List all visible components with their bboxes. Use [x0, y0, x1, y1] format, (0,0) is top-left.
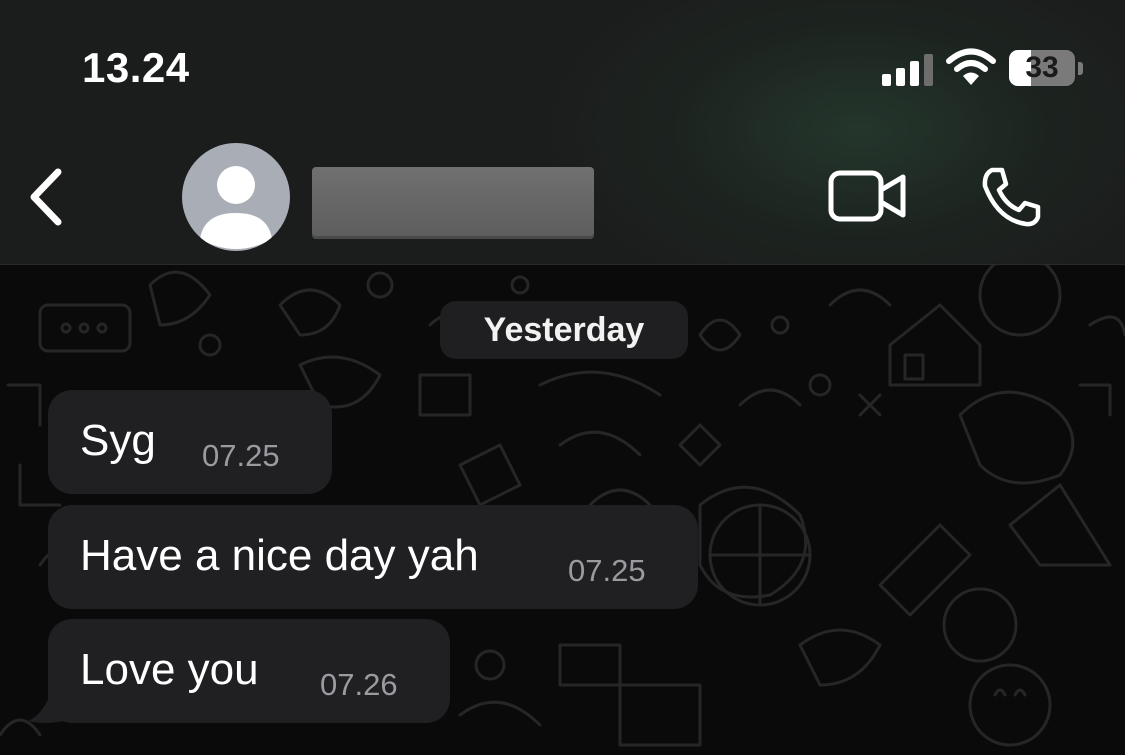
message-text: Syg: [80, 416, 156, 465]
message-time: 07.26: [320, 667, 398, 702]
video-camera-icon: [828, 170, 906, 222]
chevron-left-icon: [30, 168, 62, 226]
message-text: Have a nice day yah: [80, 531, 479, 580]
message-time: 07.25: [568, 553, 646, 588]
wifi-icon: [946, 48, 996, 85]
message-bubble[interactable]: Love you 07.26: [48, 619, 450, 723]
message-bubble[interactable]: Have a nice day yah 07.25: [48, 505, 698, 609]
voice-call-button[interactable]: [978, 164, 1044, 230]
chat-screen: 13.24 33 Yesterday Syg 07.25 Have a nice…: [0, 0, 1125, 755]
message-text: Love you: [80, 645, 259, 694]
message-time: 07.25: [202, 438, 280, 473]
status-time: 13.24: [82, 44, 190, 91]
battery-icon: 33: [1009, 50, 1075, 86]
cellular-signal-icon: [882, 52, 934, 86]
message-list[interactable]: Yesterday Syg 07.25 Have a nice day yah …: [0, 265, 1125, 755]
back-button[interactable]: [22, 164, 70, 230]
person-silhouette-icon: [200, 166, 272, 249]
chat-header: 13.24 33: [0, 0, 1125, 265]
phone-icon: [982, 167, 1041, 227]
battery-tip: [1078, 62, 1083, 75]
date-separator: Yesterday: [440, 301, 688, 359]
video-call-button[interactable]: [828, 168, 908, 224]
message-bubble[interactable]: Syg 07.25: [48, 390, 332, 494]
bubble-tail: [28, 695, 64, 723]
contact-avatar[interactable]: [182, 143, 290, 251]
contact-name-redacted[interactable]: [312, 167, 594, 239]
battery-level: 33: [1025, 51, 1059, 84]
